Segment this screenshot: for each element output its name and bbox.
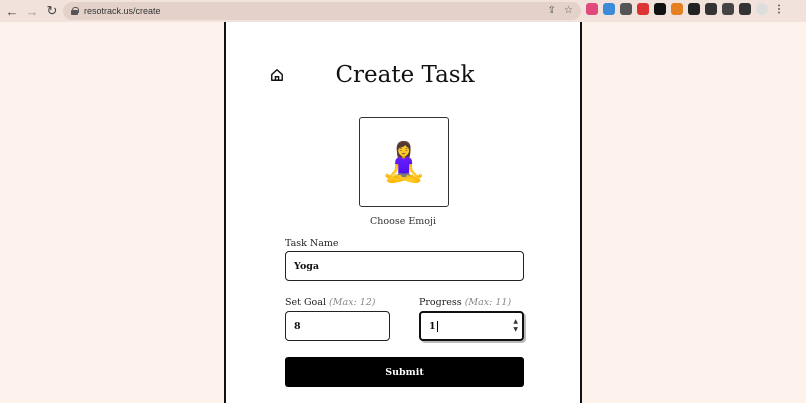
reload-icon[interactable]: ↻ [44,3,60,19]
lock-icon [71,7,79,15]
forward-arrow-icon[interactable]: → [24,3,40,19]
progress-input[interactable]: 1 ▲ ▼ [419,311,524,341]
emoji-picker-button[interactable]: 🧘‍♀️ [359,117,449,207]
avatar[interactable] [756,3,768,15]
submit-button[interactable]: Submit [285,357,524,387]
url-text: resotrack.us/create [84,6,161,16]
extension-icon[interactable] [671,3,683,15]
create-task-panel: Create Task 🧘‍♀️ Choose Emoji Task Name … [224,22,582,403]
page-title: Create Task [335,62,475,88]
bookmark-star-icon[interactable]: ☆ [564,5,573,16]
extension-icon[interactable] [688,3,700,15]
set-goal-label: Set Goal (Max: 12) [285,297,376,308]
extension-icon[interactable] [654,3,666,15]
stepper-up-icon[interactable]: ▲ [513,319,518,325]
text-caret [436,320,438,332]
task-name-label: Task Name [285,238,339,249]
task-name-input[interactable]: Yoga [285,251,524,281]
share-icon[interactable]: ⇪ [548,5,556,16]
choose-emoji-label: Choose Emoji [370,216,436,227]
media-list-icon[interactable] [722,3,734,15]
extension-icon[interactable] [586,3,598,15]
back-arrow-icon[interactable]: ← [4,3,20,19]
extension-icon[interactable] [620,3,632,15]
selected-emoji: 🧘‍♀️ [380,140,428,184]
puzzle-icon[interactable] [705,3,717,15]
menu-dots-icon[interactable]: ⋮ [773,3,785,15]
address-bar[interactable]: resotrack.us/create ⇪ ☆ [63,2,581,20]
browser-toolbar: ← → ↻ resotrack.us/create ⇪ ☆ ⋮ [0,0,806,22]
set-goal-input[interactable]: 8 [285,311,390,341]
extensions-bar: ⋮ [586,3,785,15]
progress-label: Progress (Max: 11) [419,297,512,308]
extension-icon[interactable] [637,3,649,15]
extension-icon[interactable] [603,3,615,15]
number-stepper[interactable]: ▲ ▼ [513,319,518,333]
side-panel-icon[interactable] [739,3,751,15]
stepper-down-icon[interactable]: ▼ [513,327,518,333]
